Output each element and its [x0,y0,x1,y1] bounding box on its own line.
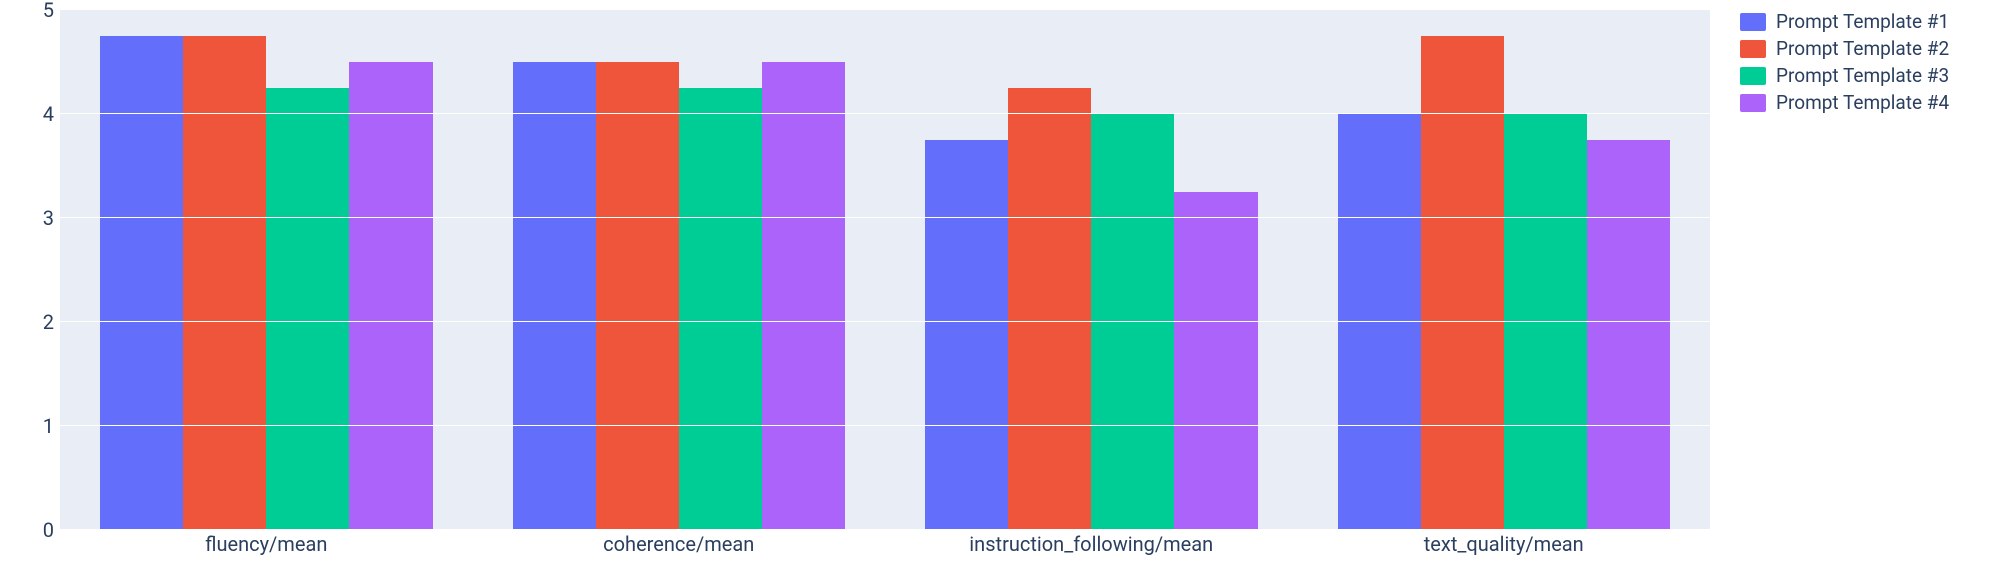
legend-label: Prompt Template #1 [1776,10,1949,33]
x-tick-label: fluency/mean [60,530,473,556]
legend-label: Prompt Template #4 [1776,91,1949,114]
gridline [60,425,1710,426]
bar[interactable] [349,62,432,530]
chart-container: 0 1 2 3 4 5 fluency/meancoherence/meaninstruc… [0,0,2010,566]
bar[interactable] [183,36,266,530]
bar[interactable] [1338,114,1421,530]
category-group [885,10,1298,530]
legend-swatch [1740,67,1766,85]
y-tick-label: 4 [43,102,54,126]
category-group [473,10,886,530]
legend-item[interactable]: Prompt Template #4 [1740,91,1990,114]
bar[interactable] [513,62,596,530]
chart-wrapper: 012345 fluency/meancoherence/meaninstruc… [20,10,1710,556]
y-tick-label: 2 [43,310,54,334]
legend-swatch [1740,40,1766,58]
legend-label: Prompt Template #3 [1776,64,1949,87]
bar[interactable] [266,88,349,530]
legend-swatch [1740,94,1766,112]
bar[interactable] [762,62,845,530]
bar[interactable] [1587,140,1670,530]
gridline [60,217,1710,218]
bar[interactable] [1174,192,1257,530]
x-tick-label: coherence/mean [473,530,886,556]
category-group [1298,10,1711,530]
plot-column: fluency/meancoherence/meaninstruction_fo… [60,10,1710,556]
y-tick-label: 3 [43,206,54,230]
y-axis: 012345 [20,10,60,556]
x-tick-label: text_quality/mean [1298,530,1711,556]
plot-area[interactable] [60,10,1710,530]
bar[interactable] [679,88,762,530]
legend-item[interactable]: Prompt Template #1 [1740,10,1990,33]
bar[interactable] [1421,36,1504,530]
bar[interactable] [100,36,183,530]
bar[interactable] [1091,114,1174,530]
bar[interactable] [1504,114,1587,530]
category-group [60,10,473,530]
bar[interactable] [1008,88,1091,530]
gridline [60,113,1710,114]
legend: Prompt Template #1 Prompt Template #2 Prom… [1710,10,1990,556]
x-axis: fluency/meancoherence/meaninstruction_fo… [60,530,1710,556]
bar[interactable] [925,140,1008,530]
legend-item[interactable]: Prompt Template #2 [1740,37,1990,60]
bar[interactable] [596,62,679,530]
gridline [60,321,1710,322]
legend-item[interactable]: Prompt Template #3 [1740,64,1990,87]
bars-layer [60,10,1710,530]
x-tick-label: instruction_following/mean [885,530,1298,556]
legend-label: Prompt Template #2 [1776,37,1949,60]
y-tick-label: 5 [43,0,54,22]
y-tick-label: 1 [43,414,54,438]
gridline [60,529,1710,530]
legend-swatch [1740,13,1766,31]
y-tick-label: 0 [43,518,54,542]
gridline [60,9,1710,10]
